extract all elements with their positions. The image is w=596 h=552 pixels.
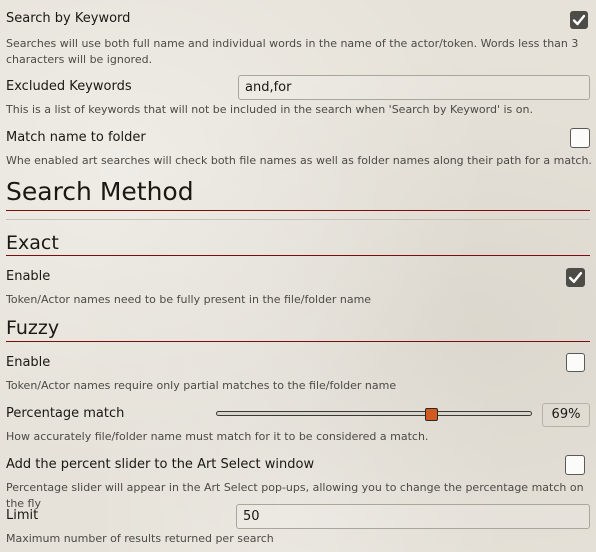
exact-heading: Exact xyxy=(6,232,59,254)
limit-hint: Maximum number of results returned per s… xyxy=(6,532,274,545)
search-by-keyword-hint: Searches will use both full name and ind… xyxy=(6,37,579,66)
percent-slider-checkbox[interactable] xyxy=(565,455,585,475)
fuzzy-enable-checkbox[interactable] xyxy=(566,353,585,372)
percentage-match-value: 69% xyxy=(542,403,590,427)
limit-label: Limit xyxy=(6,508,39,523)
search-method-heading: Search Method xyxy=(6,177,194,206)
search-method-rule xyxy=(6,210,590,211)
match-name-to-folder-checkbox[interactable] xyxy=(570,128,590,148)
search-by-keyword-checkbox[interactable] xyxy=(570,11,588,29)
search-by-keyword-label: Search by Keyword xyxy=(6,11,131,26)
percentage-match-slider[interactable] xyxy=(216,408,532,421)
excluded-keywords-hint: This is a list of keywords that will not… xyxy=(6,103,533,116)
percentage-match-label: Percentage match xyxy=(6,406,125,421)
match-name-to-folder-label: Match name to folder xyxy=(6,130,146,145)
exact-rule xyxy=(6,255,590,256)
exact-hint: Token/Actor names need to be fully prese… xyxy=(6,293,372,306)
fuzzy-enable-label: Enable xyxy=(6,355,51,370)
slider-track xyxy=(216,411,532,416)
excluded-keywords-input[interactable]: and,for xyxy=(238,75,590,100)
fuzzy-hint: Token/Actor names require only partial m… xyxy=(6,379,397,392)
excluded-keywords-label: Excluded Keywords xyxy=(6,79,132,94)
checkmark-icon xyxy=(572,14,586,26)
search-method-divider xyxy=(6,219,590,220)
fuzzy-heading: Fuzzy xyxy=(6,317,60,339)
limit-input[interactable]: 50 xyxy=(236,504,590,529)
checkmark-icon xyxy=(568,271,583,284)
exact-enable-checkbox[interactable] xyxy=(566,268,585,287)
percent-slider-label: Add the percent slider to the Art Select… xyxy=(6,457,315,472)
slider-thumb[interactable] xyxy=(425,408,439,421)
match-name-to-folder-hint: Whe enabled art searches will check both… xyxy=(6,154,592,167)
percentage-match-hint: How accurately file/folder name must mat… xyxy=(6,430,429,443)
exact-enable-label: Enable xyxy=(6,269,51,284)
fuzzy-rule xyxy=(6,341,590,342)
